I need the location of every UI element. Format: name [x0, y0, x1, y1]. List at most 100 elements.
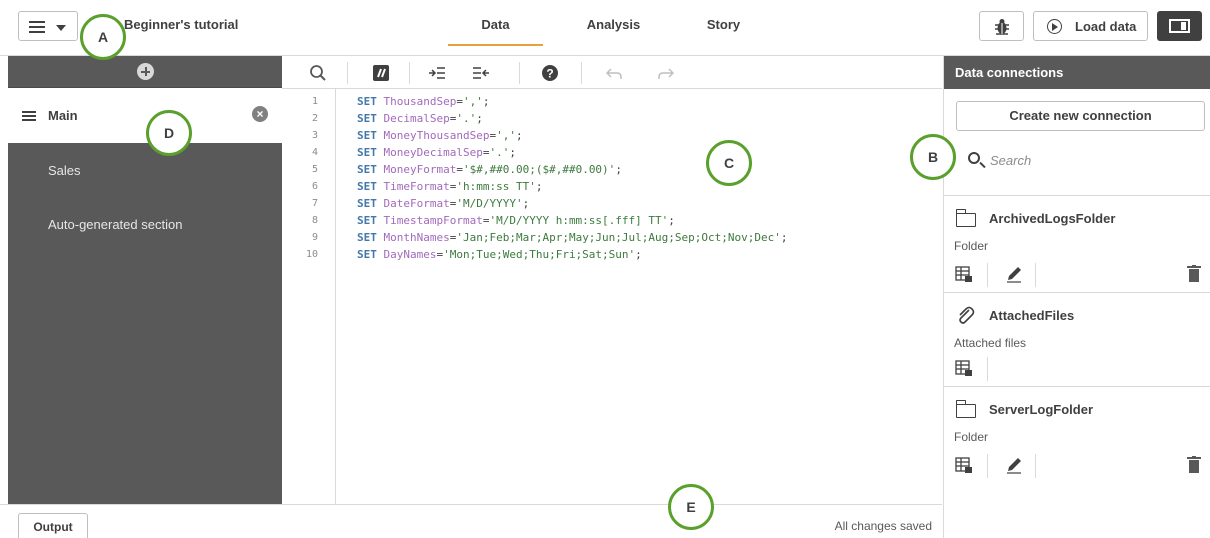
section-item-main[interactable]: Main × [8, 88, 282, 143]
search-icon[interactable] [306, 56, 330, 89]
outdent-icon[interactable] [469, 56, 493, 89]
save-status: All changes saved [834, 519, 932, 533]
connection-item-archivedlogsfolder[interactable]: ArchivedLogsFolder Folder [944, 195, 1210, 292]
toggle-panel-button[interactable] [1157, 11, 1202, 41]
status-bar: Output All changes saved [0, 504, 942, 538]
connection-search [944, 144, 1210, 176]
chevron-down-icon [56, 25, 66, 31]
code-line: SET MoneyFormat='$#,##0.00;($#,##0.00)'; [357, 163, 622, 176]
sections-header [8, 56, 282, 88]
action-divider [987, 454, 988, 478]
line-number: 7 [311, 198, 318, 209]
toolbar-divider [581, 62, 582, 84]
edit-icon[interactable] [1005, 456, 1023, 474]
data-connections-panel: Data connections Create new connection A… [943, 56, 1210, 538]
connection-item-attachedfiles[interactable]: AttachedFiles Attached files [944, 292, 1210, 386]
toolbar-divider [347, 62, 348, 84]
app-title: Beginner's tutorial [124, 17, 239, 32]
folder-icon [955, 400, 976, 418]
line-number-gutter: 1 2 3 4 5 6 7 8 9 10 [282, 89, 336, 504]
code-line: SET DayNames='Mon;Tue;Wed;Thu;Fri;Sat;Su… [357, 248, 642, 261]
delete-icon[interactable] [1187, 456, 1201, 474]
editor-toolbar: ? [282, 56, 942, 89]
select-data-icon[interactable] [955, 456, 973, 474]
code-line: SET DecimalSep='.'; [357, 112, 483, 125]
create-connection-button[interactable]: Create new connection [956, 101, 1205, 131]
line-number: 6 [311, 181, 318, 192]
line-number: 2 [311, 113, 318, 124]
redo-icon[interactable] [654, 56, 678, 89]
code-line: SET ThousandSep=','; [357, 95, 490, 108]
code-line: SET MoneyThousandSep=','; [357, 129, 523, 142]
connection-actions [944, 355, 1210, 383]
output-button[interactable]: Output [18, 513, 88, 538]
connection-name: ServerLogFolder [989, 402, 1094, 417]
edit-icon[interactable] [1005, 265, 1023, 283]
comment-icon[interactable] [369, 56, 393, 89]
indent-icon[interactable] [425, 56, 449, 89]
connection-actions [944, 452, 1210, 480]
sections-sidebar: Main × Sales Auto-generated section [8, 56, 282, 504]
action-divider [987, 357, 988, 381]
drag-handle-icon[interactable] [22, 111, 36, 121]
callout-b: B [910, 134, 956, 180]
code-line: SET TimestampFormat='M/D/YYYY h:mm:ss[.f… [357, 214, 675, 227]
action-divider [1035, 263, 1036, 287]
debug-button[interactable] [979, 11, 1024, 41]
panel-title: Data connections [955, 65, 1064, 80]
section-item-auto-generated[interactable]: Auto-generated section [48, 217, 182, 232]
add-section-icon[interactable] [137, 63, 154, 80]
top-bar: Beginner's tutorial Data Analysis Story … [0, 0, 1210, 56]
line-number: 3 [311, 130, 318, 141]
play-icon [1047, 19, 1062, 34]
tab-story[interactable]: Story [676, 17, 771, 32]
callout-e: E [668, 484, 714, 530]
undo-icon[interactable] [602, 56, 626, 89]
select-data-icon[interactable] [955, 265, 973, 283]
panel-icon [1169, 19, 1190, 33]
code-line: SET DateFormat='M/D/YYYY'; [357, 197, 530, 210]
help-icon[interactable]: ? [538, 56, 562, 89]
delete-section-icon[interactable]: × [252, 106, 268, 122]
connection-actions [944, 261, 1210, 289]
line-number: 1 [311, 96, 318, 107]
svg-text:?: ? [546, 66, 553, 80]
load-data-label: Load data [1075, 19, 1137, 34]
callout-a: A [80, 14, 126, 60]
folder-icon [955, 209, 976, 227]
section-item-sales[interactable]: Sales [48, 163, 81, 178]
paperclip-icon [959, 306, 975, 324]
code-line: SET MonthNames='Jan;Feb;Mar;Apr;May;Jun;… [357, 231, 788, 244]
callout-d: D [146, 110, 192, 156]
tab-data[interactable]: Data [448, 17, 543, 32]
connection-type: Attached files [954, 336, 1027, 350]
search-icon [968, 152, 980, 164]
panel-header: Data connections [944, 56, 1210, 89]
load-data-button[interactable]: Load data [1033, 11, 1148, 41]
connection-item-serverlogfolder[interactable]: ServerLogFolder Folder [944, 386, 1210, 482]
code-line: SET TimeFormat='h:mm:ss TT'; [357, 180, 543, 193]
line-number: 8 [311, 215, 318, 226]
action-divider [1035, 454, 1036, 478]
toolbar-divider [519, 62, 520, 84]
delete-icon[interactable] [1187, 265, 1201, 283]
callout-c: C [706, 140, 752, 186]
line-number: 9 [311, 232, 318, 243]
search-input[interactable] [990, 150, 1190, 170]
line-number: 10 [305, 249, 318, 260]
bug-icon [995, 19, 1009, 35]
connection-name: ArchivedLogsFolder [989, 211, 1116, 226]
hamburger-icon [29, 21, 45, 33]
connection-type: Folder [954, 430, 989, 444]
action-divider [987, 263, 988, 287]
connection-type: Folder [954, 239, 989, 253]
connection-name: AttachedFiles [989, 308, 1075, 323]
script-editor[interactable]: SET ThousandSep=','; SET DecimalSep='.';… [337, 89, 942, 504]
code-line: SET MoneyDecimalSep='.'; [357, 146, 516, 159]
navigation-menu-button[interactable] [18, 11, 78, 41]
tab-analysis[interactable]: Analysis [566, 17, 661, 32]
line-number: 4 [311, 147, 318, 158]
active-tab-indicator [448, 44, 543, 46]
line-number: 5 [311, 164, 318, 175]
select-data-icon[interactable] [955, 359, 973, 377]
